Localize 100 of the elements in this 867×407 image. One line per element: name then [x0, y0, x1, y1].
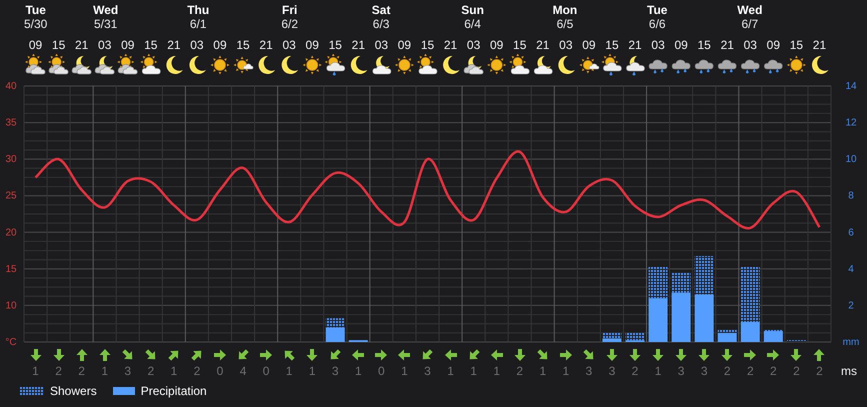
moon-icon — [812, 56, 828, 74]
day-name: Fri — [282, 3, 298, 17]
moon-icon — [282, 56, 298, 74]
hour-label: 03 — [282, 38, 296, 52]
hour-label: 09 — [582, 38, 596, 52]
hour-label: 21 — [444, 38, 458, 52]
sun-icon — [394, 56, 414, 74]
wind-speed: 1 — [492, 363, 501, 379]
hour-label: 15 — [144, 38, 158, 52]
showers-bar — [764, 329, 783, 332]
showers-bar — [648, 267, 668, 298]
precipitation-bar — [602, 338, 622, 342]
sun-behind-clouds-icon — [25, 54, 46, 74]
wind-speed: 1 — [354, 363, 363, 379]
wind-speed: 1 — [446, 363, 455, 379]
rain-cloud-icon — [718, 60, 736, 74]
moon-icon — [558, 56, 575, 74]
showers-bar — [740, 267, 760, 322]
sun-behind-cloud-icon — [140, 54, 160, 74]
hour-label: 21 — [74, 38, 88, 52]
day-date: 6/6 — [648, 17, 666, 32]
hour-label: 09 — [490, 38, 504, 52]
day-name: Wed — [93, 3, 118, 17]
wind-speed: 1 — [469, 363, 478, 379]
hour-label: 03 — [744, 38, 757, 52]
moon-icon — [350, 56, 368, 74]
temperature-axis-label: 35 — [5, 118, 17, 129]
hour-label: 09 — [674, 38, 688, 52]
precipitation-bar — [648, 298, 668, 342]
sun-icon — [302, 56, 322, 74]
wind-speed: 3 — [700, 363, 709, 379]
precipitation-bar — [764, 331, 783, 342]
hour-label: 15 — [420, 38, 434, 52]
wind-speed: 3 — [608, 363, 616, 379]
wind-speed: 0 — [216, 363, 224, 379]
sun-icon — [210, 56, 230, 74]
temperature-axis-label: 15 — [5, 264, 17, 275]
day-date: 6/1 — [190, 17, 207, 32]
moon-icon — [189, 56, 206, 74]
temperature-axis-label: 25 — [5, 190, 17, 202]
wind-speed: 3 — [584, 363, 594, 379]
day-date: 5/31 — [94, 17, 118, 32]
moon-cloud-icon — [534, 56, 552, 74]
temperature-axis-label: 30 — [5, 154, 17, 166]
rain-cloud-icon — [672, 60, 690, 74]
hour-label: 15 — [328, 38, 342, 52]
moon-behind-clouds-icon — [464, 56, 484, 74]
precipitation-axis-label: 8 — [848, 190, 854, 202]
sun-small-cloud-icon — [579, 56, 599, 74]
hour-label: 21 — [352, 38, 365, 52]
showers-legend-swatch — [20, 387, 44, 395]
wind-speed: 1 — [561, 363, 570, 379]
wind-speed: 3 — [676, 363, 686, 379]
showers-bar — [718, 329, 737, 333]
day-date: 6/5 — [556, 17, 574, 32]
precipitation-bar — [694, 294, 714, 342]
rain-cloud-icon — [764, 60, 782, 74]
wind-speed: 2 — [769, 363, 778, 379]
moon-icon — [258, 56, 276, 74]
wind-speed: 4 — [238, 363, 248, 379]
hour-label: 21 — [259, 38, 273, 52]
hour-label: 09 — [306, 38, 319, 52]
hour-label: 03 — [190, 38, 204, 52]
wind-speed: 0 — [262, 363, 270, 379]
wind-speed: 2 — [515, 363, 524, 379]
hour-label: 03 — [466, 38, 480, 52]
hour-label: 21 — [720, 38, 734, 52]
sun-behind-cloud-icon — [509, 54, 530, 74]
precipitation-axis-label: 4 — [848, 264, 854, 275]
hour-label: 09 — [121, 38, 134, 52]
hour-label: 21 — [536, 38, 550, 52]
precipitation-axis-label: 14 — [845, 81, 857, 92]
wind-speed: 2 — [77, 363, 86, 379]
hour-label: 03 — [98, 38, 112, 52]
hour-label: 09 — [213, 38, 227, 52]
day-name: Sat — [372, 3, 390, 17]
legend-label: Precipitation — [140, 384, 207, 398]
showers-bar — [326, 318, 345, 328]
moon-cloud-icon — [372, 56, 391, 74]
precipitation-legend-swatch — [112, 387, 135, 395]
day-name: Thu — [187, 3, 210, 17]
moon-behind-clouds-icon — [95, 56, 114, 74]
precipitation-axis-label: 10 — [845, 154, 857, 166]
precipitation-bar — [672, 292, 691, 342]
hour-label: 03 — [651, 38, 665, 52]
hour-label: 21 — [167, 38, 181, 52]
wind-speed: 2 — [792, 363, 801, 379]
hour-label: 15 — [236, 38, 250, 52]
hour-label: 03 — [374, 38, 388, 52]
temperature-axis-label: 40 — [5, 81, 17, 92]
hour-label: 15 — [790, 38, 804, 52]
precipitation-axis-label: 12 — [845, 118, 857, 129]
sun-behind-cloud-icon — [417, 54, 437, 74]
wind-speed: 1 — [400, 363, 409, 379]
wind-speed: 3 — [123, 363, 132, 379]
wind-speed: 1 — [100, 363, 110, 379]
temperature-axis-label: °C — [5, 337, 17, 346]
wind-speed: 3 — [330, 363, 340, 379]
precipitation-axis-label: 6 — [848, 227, 854, 238]
wind-speed: 0 — [377, 363, 386, 379]
